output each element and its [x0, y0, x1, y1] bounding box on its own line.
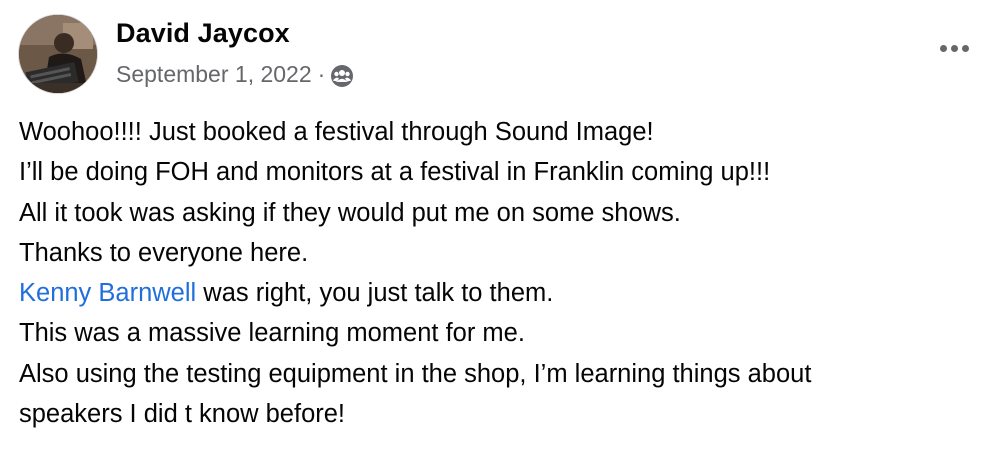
post-line: speakers I did t know before! [19, 400, 346, 429]
more-options-button[interactable] [934, 34, 974, 62]
group-audience-icon[interactable] [330, 64, 354, 88]
post-card: David Jaycox September 1, 2022 · Woohoo!… [0, 0, 1006, 450]
avatar-photo [19, 15, 97, 93]
more-options-icon [939, 44, 947, 52]
author-avatar[interactable] [18, 14, 98, 94]
post-header: David Jaycox September 1, 2022 · [18, 14, 988, 98]
post-line: I’ll be doing FOH and monitors at a fest… [19, 158, 771, 187]
post-line: All it took was asking if they would put… [19, 198, 681, 227]
post-line: Woohoo!!!! Just booked a festival throug… [19, 118, 654, 146]
post-line: Thanks to everyone here. [19, 238, 309, 267]
post-line: Also using the testing equipment in the … [19, 359, 812, 388]
post-date[interactable]: September 1, 2022 [116, 61, 312, 88]
mention-link[interactable]: Kenny Barnwell [19, 279, 196, 307]
meta-separator: · [317, 61, 326, 87]
post-line-with-mention: Kenny Barnwell was right, you just talk … [19, 273, 994, 313]
author-name[interactable]: David Jaycox [116, 18, 290, 49]
post-body: Woohoo!!!! Just booked a festival throug… [19, 112, 994, 434]
post-meta: September 1, 2022 · [116, 61, 354, 88]
more-options-icon [950, 44, 958, 52]
post-line: This was a massive learning moment for m… [19, 319, 525, 348]
more-options-icon [961, 44, 969, 52]
mention-line-text: was right, you just talk to them. [196, 279, 554, 308]
